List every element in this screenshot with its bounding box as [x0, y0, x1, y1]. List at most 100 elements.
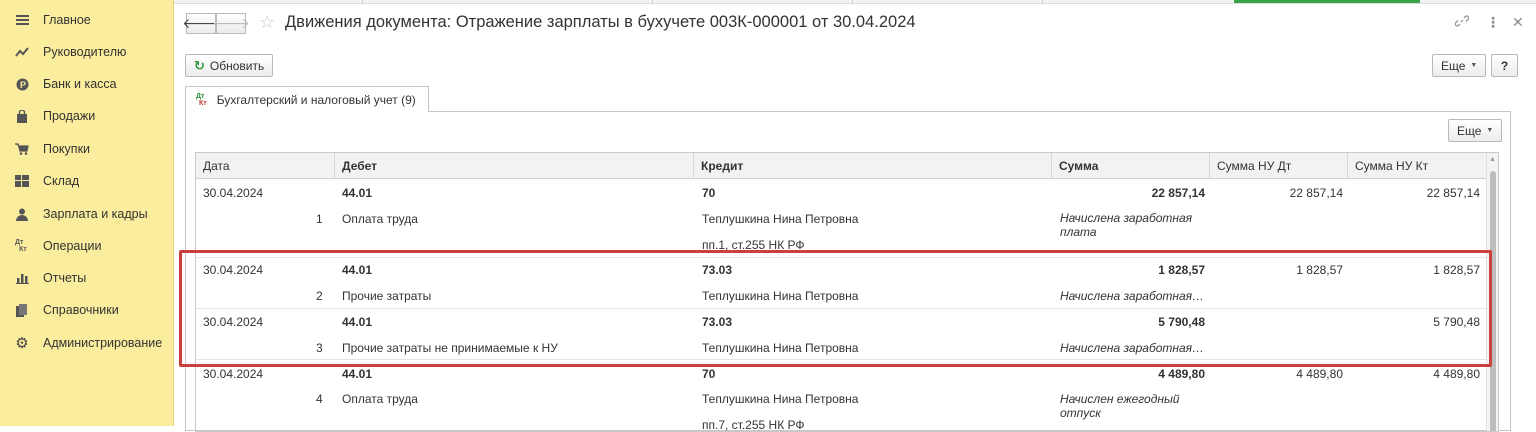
sidebar-item-label: Отчеты — [43, 271, 87, 285]
cell-debit: 44.01 — [342, 186, 373, 200]
column-header-sum[interactable]: Сумма — [1052, 153, 1210, 179]
row-divider — [196, 308, 1488, 309]
close-icon[interactable]: ✕ — [1512, 14, 1524, 31]
sidebar-item-bank[interactable]: P Банк и касса — [0, 72, 174, 96]
cart-icon — [15, 142, 29, 156]
divider — [852, 0, 853, 4]
cell-date: 30.04.2024 — [203, 186, 264, 200]
tab-accounting[interactable]: Дт Кт Бухгалтерский и налоговый учет (9) — [185, 86, 429, 112]
scroll-up-icon[interactable]: ▲ — [1489, 156, 1496, 163]
column-header-sum-nu-dt[interactable]: Сумма НУ Дт — [1210, 153, 1348, 179]
sidebar-item-operations[interactable]: Дт Кт Операции — [0, 234, 174, 258]
sidebar-item-manager[interactable]: Руководителю — [0, 40, 174, 64]
sidebar-item-salary[interactable]: Зарплата и кадры — [0, 202, 174, 226]
column-header-date[interactable]: Дата — [196, 153, 335, 179]
divider — [362, 0, 363, 4]
cell-credit-sub: Теплушкина Нина Петровна — [702, 341, 859, 355]
window-tabs-strip — [174, 0, 1536, 4]
cell-credit-sub2: пп.7, ст.255 НК РФ — [702, 418, 805, 432]
table-more-button[interactable]: Еще ▼ — [1448, 119, 1503, 142]
row-divider — [196, 359, 1488, 360]
scrollbar-thumb[interactable] — [1490, 171, 1496, 431]
sidebar-item-reports[interactable]: Отчеты — [0, 266, 174, 290]
sidebar-item-admin[interactable]: ⚙ Администрирование — [0, 331, 174, 355]
cell-row-number: 1 — [316, 212, 323, 226]
cell-sum-nu-dt: 1 828,57 — [1296, 263, 1343, 277]
gear-icon: ⚙ — [15, 335, 29, 352]
more-vertical-icon[interactable]: ⋮ — [1486, 14, 1500, 31]
cell-sum-nu-dt: 4 489,80 — [1296, 367, 1343, 381]
warehouse-icon — [15, 174, 29, 188]
sidebar-item-references[interactable]: Справочники — [0, 298, 174, 322]
kt-label: Кт — [199, 99, 207, 107]
cell-debit: 44.01 — [342, 263, 373, 277]
cell-sum: 5 790,48 — [1158, 315, 1205, 329]
sidebar-item-warehouse[interactable]: Склад — [0, 169, 174, 193]
link-icon[interactable] — [1454, 14, 1470, 31]
forward-button[interactable]: 🡒 — [212, 13, 250, 34]
arrow-right-icon: 🡒 — [212, 15, 250, 31]
cell-comment: Начислена заработная… — [1060, 289, 1205, 303]
sidebar-item-main[interactable]: Главное — [0, 8, 174, 32]
divider — [1042, 0, 1043, 4]
cell-date: 30.04.2024 — [203, 315, 264, 329]
cell-debit: 44.01 — [342, 367, 373, 381]
sidebar-item-label: Склад — [43, 174, 80, 188]
favorite-star-icon[interactable]: ☆ — [259, 12, 275, 33]
cell-sum-nu-kt: 4 489,80 — [1433, 367, 1480, 381]
cell-row-number: 4 — [316, 392, 323, 406]
cell-credit-sub2: пп.1, ст.255 НК РФ — [702, 238, 805, 252]
chevron-down-icon: ▼ — [1470, 62, 1478, 69]
sidebar-item-label: Операции — [43, 239, 102, 253]
cell-date: 30.04.2024 — [203, 263, 264, 277]
sidebar-item-label: Руководителю — [43, 45, 127, 59]
person-icon — [15, 207, 29, 221]
sidebar-item-label: Зарплата и кадры — [43, 207, 148, 221]
cell-debit-sub: Оплата труда — [342, 212, 418, 226]
cell-sum: 4 489,80 — [1158, 367, 1205, 381]
column-header-debit[interactable]: Дебет — [335, 153, 694, 179]
sidebar-item-label: Справочники — [43, 303, 119, 317]
sidebar-item-sales[interactable]: Продажи — [0, 104, 174, 128]
refresh-icon: ↻ — [194, 57, 205, 73]
cell-credit: 70 — [702, 186, 716, 200]
cell-row-number: 3 — [316, 341, 323, 355]
sidebar-item-label: Администрирование — [43, 336, 163, 350]
more-button[interactable]: Еще ▼ — [1432, 54, 1487, 77]
help-button[interactable]: ? — [1491, 54, 1518, 77]
cell-sum-nu-dt: 22 857,14 — [1289, 186, 1343, 200]
column-header-sum-nu-kt[interactable]: Сумма НУ Кт — [1348, 153, 1488, 179]
cell-comment: Начислена заработная плата — [1060, 211, 1193, 239]
more-label: Еще — [1457, 123, 1482, 138]
bar-chart-icon — [15, 271, 29, 285]
cell-comment: Начислена заработная… — [1060, 341, 1205, 355]
refresh-button[interactable]: ↻ Обновить — [185, 54, 274, 77]
help-label: ? — [1500, 58, 1509, 73]
cell-debit-sub: Прочие затраты — [342, 289, 432, 303]
page-title: Движения документа: Отражение зарплаты в… — [285, 13, 916, 31]
sidebar-item-label: Продажи — [43, 109, 96, 123]
cell-credit-sub: Теплушкина Нина Петровна — [702, 212, 859, 226]
sidebar-item-label: Банк и касса — [43, 77, 117, 91]
cell-credit: 70 — [702, 367, 716, 381]
cell-credit: 73.03 — [702, 315, 733, 329]
bag-icon — [15, 109, 29, 123]
trend-icon — [15, 45, 29, 59]
dt-kt-icon: Дт Кт — [15, 239, 29, 253]
cell-debit-sub: Прочие затраты не принимаемые к НУ — [342, 341, 558, 355]
active-window-indicator — [1234, 0, 1420, 3]
tab-label: Бухгалтерский и налоговый учет (9) — [216, 92, 416, 107]
cell-credit-sub: Теплушкина Нина Петровна — [702, 392, 859, 406]
cell-debit: 44.01 — [342, 315, 373, 329]
kt-label: Кт — [19, 246, 27, 253]
table-scrollbar[interactable]: ▲ — [1486, 153, 1498, 431]
cell-sum-nu-kt: 5 790,48 — [1433, 315, 1480, 329]
movements-table[interactable]: Дата Дебет Кредит Сумма Сумма НУ Дт Сумм… — [195, 152, 1499, 432]
sidebar: Главное Руководителю P Банк и касса Прод… — [0, 0, 174, 426]
chevron-down-icon: ▼ — [1486, 127, 1494, 134]
menu-icon — [15, 13, 29, 27]
dt-kt-icon: Дт Кт — [196, 93, 207, 107]
sidebar-item-purchases[interactable]: Покупки — [0, 137, 174, 161]
table-header: Дата Дебет Кредит Сумма Сумма НУ Дт Сумм… — [196, 153, 1488, 179]
column-header-credit[interactable]: Кредит — [694, 153, 1052, 179]
